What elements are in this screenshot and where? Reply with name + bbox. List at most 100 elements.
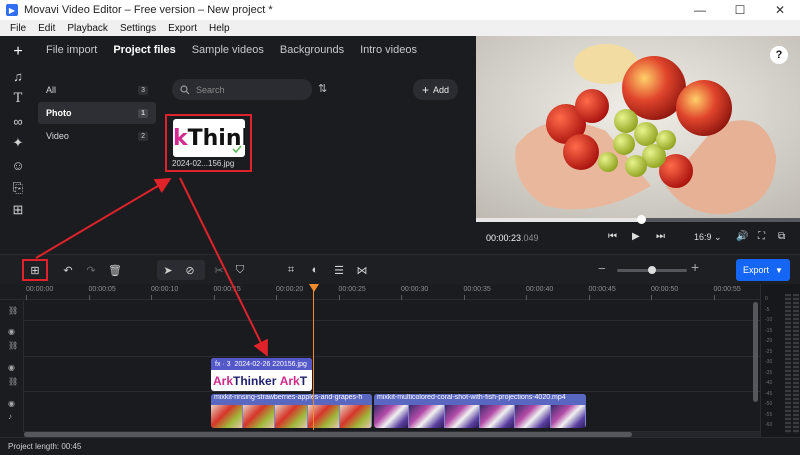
fullscreen-icon[interactable]: ⛶ <box>758 231 765 242</box>
skip-forward-icon[interactable]: ⏭ <box>656 231 665 242</box>
meter-scale-label: -10 <box>765 317 773 323</box>
media-thumbnail: k Thinl <box>173 119 245 157</box>
export-button[interactable]: Export ▼ <box>736 259 790 281</box>
category-count: 1 <box>138 108 148 118</box>
search-icon <box>180 84 190 94</box>
ruler-tick-mark <box>463 295 465 300</box>
ruler-tick-mark <box>713 295 715 300</box>
ruler-tick-label: 00:00:35 <box>463 286 491 293</box>
zoom-out-icon[interactable]: − <box>598 261 606 276</box>
add-track-button[interactable]: ⊞ <box>22 259 48 281</box>
timeline-vertical-scrollbar[interactable] <box>753 302 758 402</box>
track-header-1: ⛓ <box>0 301 24 321</box>
tab-intro-videos[interactable]: Intro videos <box>360 44 417 56</box>
redo-icon[interactable]: ↷ <box>84 263 98 277</box>
link-icon[interactable]: ⛓ <box>8 341 18 350</box>
aspect-ratio-select[interactable]: 16:9 ⌄ <box>694 232 722 243</box>
ruler-tick-label: 00:00:45 <box>588 286 616 293</box>
magic-wand-icon[interactable]: ✦ <box>9 134 27 152</box>
link-icon[interactable]: ⛓ <box>8 306 18 315</box>
ruler-tick-mark <box>588 295 590 300</box>
playhead-handle[interactable] <box>309 284 319 292</box>
timecode-main: 00:00:23 <box>486 233 522 243</box>
audio-icon[interactable]: ♪ <box>8 412 17 421</box>
category-video[interactable]: Video 2 <box>38 125 156 147</box>
color-adjust-icon[interactable]: ◐ <box>308 263 322 277</box>
video-clip-strawberries[interactable]: mixkit-rinsing-strawberries-apples-and-g… <box>211 394 372 428</box>
disable-icon[interactable]: ⊘ <box>183 263 197 277</box>
playhead[interactable] <box>313 285 314 430</box>
window-title: Movavi Video Editor – Free version – New… <box>24 4 273 16</box>
tab-project-files[interactable]: Project files <box>113 44 175 56</box>
import-plus-icon[interactable]: + <box>9 43 27 61</box>
tab-backgrounds[interactable]: Backgrounds <box>280 44 344 56</box>
menu-file[interactable]: File <box>10 23 26 34</box>
delete-icon[interactable]: 🗑 <box>108 263 122 277</box>
tab-file-import[interactable]: File import <box>46 44 97 56</box>
record-icon[interactable]: ⎘ <box>9 179 27 197</box>
clip-frame <box>515 405 551 428</box>
eye-icon[interactable]: ◉ <box>8 363 17 372</box>
ruler-tick-label: 00:00:20 <box>276 286 304 293</box>
clip-thumb-text-a: Ark <box>213 373 234 388</box>
titles-icon[interactable]: T <box>9 89 27 107</box>
clip-header: fx · 3 2024-02-26 220156.jpg <box>211 358 312 370</box>
close-button[interactable]: ✕ <box>760 0 800 20</box>
external-preview-icon[interactable]: ⧉ <box>778 231 785 242</box>
menu-settings[interactable]: Settings <box>120 23 156 34</box>
maximize-button[interactable]: ☐ <box>720 0 760 20</box>
category-photo[interactable]: Photo 1 <box>38 102 156 124</box>
tab-sample-videos[interactable]: Sample videos <box>192 44 264 56</box>
link-icon[interactable]: ⛓ <box>8 377 18 386</box>
more-tools-icon[interactable]: ⊞ <box>9 201 27 219</box>
clip-fx-badge: fx · 3 <box>215 360 231 368</box>
music-note-icon[interactable]: ♫ <box>9 67 27 85</box>
menu-export[interactable]: Export <box>168 23 197 34</box>
split-icon[interactable]: ✂ <box>212 263 226 277</box>
search-box[interactable] <box>172 79 312 100</box>
scrubber-handle[interactable] <box>637 215 647 224</box>
category-all[interactable]: All 3 <box>38 79 156 101</box>
skip-back-icon[interactable]: ⏮ <box>608 231 617 242</box>
clip-thumb-text-c: Ark <box>279 373 300 388</box>
tool-rail: + ♫ T ∞ ✦ ☺ ⎘ ⊞ <box>0 36 36 254</box>
meter-channel-left <box>785 294 791 434</box>
add-button[interactable]: + Add <box>413 79 458 100</box>
volume-icon[interactable]: 🔊 <box>736 231 748 242</box>
track-header-3: ◉ ⛓ <box>0 357 24 392</box>
search-input[interactable] <box>196 84 296 95</box>
crop-icon[interactable]: ⌗ <box>284 263 298 277</box>
video-clip-coral[interactable]: mixkit-multicolored-coral-shot-with-fish… <box>374 394 586 428</box>
preview-scrubber[interactable] <box>476 215 800 224</box>
menu-playback[interactable]: Playback <box>67 23 108 34</box>
track-row-3[interactable] <box>24 357 760 392</box>
timeline-ruler[interactable]: 00:00:00 00:00:05 00:00:10 00:00:15 00:00:20… <box>0 284 760 300</box>
sort-icon[interactable]: ⇅ <box>318 82 332 96</box>
media-item-photo[interactable]: k Thinl 2024-02...156.jpg <box>165 114 252 172</box>
minimize-button[interactable]: — <box>680 0 720 20</box>
photo-clip[interactable]: fx · 3 2024-02-26 220156.jpg Ark Thinker … <box>211 358 312 391</box>
track-header-main: ◉ ♪ <box>0 392 24 432</box>
stickers-icon[interactable]: ☺ <box>9 156 27 174</box>
transition-wizard-icon[interactable]: ⋈ <box>355 263 369 277</box>
zoom-slider-handle[interactable] <box>648 266 656 274</box>
video-preview[interactable] <box>476 36 800 218</box>
play-icon[interactable]: ▶ <box>632 231 640 242</box>
ruler-tick-label: 00:00:55 <box>713 286 741 293</box>
menu-edit[interactable]: Edit <box>38 23 55 34</box>
transitions-icon[interactable]: ∞ <box>9 112 27 130</box>
menu-help[interactable]: Help <box>209 23 230 34</box>
select-cursor-icon[interactable]: ➤ <box>161 263 175 277</box>
eye-icon[interactable]: ◉ <box>8 327 17 336</box>
ruler-tick-mark <box>338 295 340 300</box>
clip-frames <box>211 405 372 428</box>
zoom-in-icon[interactable]: + <box>691 259 699 275</box>
eye-icon[interactable]: ◉ <box>8 399 17 408</box>
marker-icon[interactable]: ⛉ <box>233 263 247 277</box>
clip-properties-icon[interactable]: ☰ <box>332 263 346 277</box>
track-row-2[interactable] <box>24 321 760 357</box>
undo-icon[interactable]: ↶ <box>61 263 75 277</box>
ruler-tick-mark <box>88 295 90 300</box>
track-row-1[interactable] <box>24 301 760 321</box>
help-button[interactable]: ? <box>770 46 788 64</box>
